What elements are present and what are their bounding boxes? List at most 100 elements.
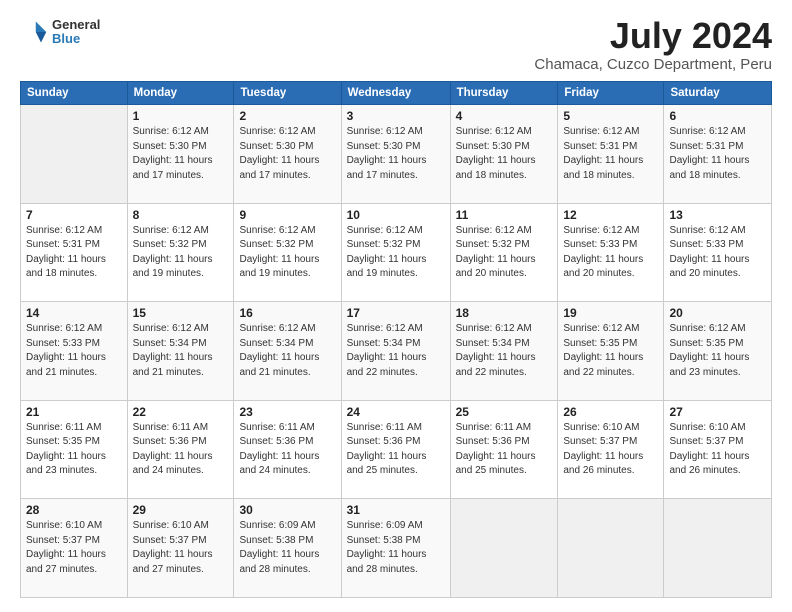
- day-info: Sunrise: 6:12 AM Sunset: 5:33 PM Dayligh…: [26, 322, 122, 380]
- day-info: Sunrise: 6:12 AM Sunset: 5:35 PM Dayligh…: [669, 322, 766, 380]
- logo-icon: [20, 18, 48, 46]
- day-info: Sunrise: 6:11 AM Sunset: 5:36 PM Dayligh…: [347, 421, 445, 479]
- day-number: 2: [239, 109, 335, 123]
- day-info: Sunrise: 6:12 AM Sunset: 5:34 PM Dayligh…: [347, 322, 445, 380]
- logo-general-text: General: [52, 18, 100, 32]
- calendar-table: Sunday Monday Tuesday Wednesday Thursday…: [20, 81, 772, 598]
- day-info: Sunrise: 6:12 AM Sunset: 5:33 PM Dayligh…: [563, 224, 658, 282]
- calendar-week-1: 1Sunrise: 6:12 AM Sunset: 5:30 PM Daylig…: [21, 105, 772, 204]
- day-info: Sunrise: 6:12 AM Sunset: 5:30 PM Dayligh…: [456, 125, 553, 183]
- table-row: 18 Sunrise: 6:12 AM Sunset: 5:34 PM Dayli…: [450, 302, 558, 401]
- day-info: Sunrise: 6:12 AM Sunset: 5:32 PM Dayligh…: [347, 224, 445, 282]
- day-number: 9: [239, 208, 335, 222]
- day-info: Sunrise: 6:12 AM Sunset: 5:32 PM Dayligh…: [239, 224, 335, 282]
- day-number: 3: [347, 109, 445, 123]
- calendar-week-2: 7Sunrise: 6:12 AM Sunset: 5:31 PM Daylig…: [21, 203, 772, 302]
- table-row: 26 Sunrise: 6:10 AM Sunset: 5:37 PM Dayli…: [558, 400, 664, 499]
- table-row: 19 Sunrise: 6:12 AM Sunset: 5:35 PM Dayli…: [558, 302, 664, 401]
- day-number: 17: [347, 306, 445, 320]
- header-thursday: Thursday: [450, 82, 558, 105]
- day-number: 29: [133, 503, 229, 517]
- day-info: Sunrise: 6:12 AM Sunset: 5:34 PM Dayligh…: [456, 322, 553, 380]
- day-number: 19: [563, 306, 658, 320]
- day-number: 18: [456, 306, 553, 320]
- day-number: 23: [239, 405, 335, 419]
- logo-blue-text: Blue: [52, 32, 100, 46]
- header-tuesday: Tuesday: [234, 82, 341, 105]
- table-row: 20 Sunrise: 6:12 AM Sunset: 5:35 PM Dayli…: [664, 302, 772, 401]
- day-number: 15: [133, 306, 229, 320]
- day-number: 6: [669, 109, 766, 123]
- table-row: 15 Sunrise: 6:12 AM Sunset: 5:34 PM Dayli…: [127, 302, 234, 401]
- table-row: 24 Sunrise: 6:11 AM Sunset: 5:36 PM Dayli…: [341, 400, 450, 499]
- table-row: 28 Sunrise: 6:10 AM Sunset: 5:37 PM Dayli…: [21, 499, 128, 598]
- table-row: [21, 105, 128, 204]
- day-number: 5: [563, 109, 658, 123]
- header-sunday: Sunday: [21, 82, 128, 105]
- day-number: 20: [669, 306, 766, 320]
- day-info: Sunrise: 6:12 AM Sunset: 5:34 PM Dayligh…: [133, 322, 229, 380]
- calendar-week-3: 14 Sunrise: 6:12 AM Sunset: 5:33 PM Dayli…: [21, 302, 772, 401]
- day-number: 7: [26, 208, 122, 222]
- header-monday: Monday: [127, 82, 234, 105]
- day-number: 21: [26, 405, 122, 419]
- table-row: 25 Sunrise: 6:11 AM Sunset: 5:36 PM Dayli…: [450, 400, 558, 499]
- day-number: 16: [239, 306, 335, 320]
- table-row: 4 Sunrise: 6:12 AM Sunset: 5:30 PM Daylig…: [450, 105, 558, 204]
- table-row: 3Sunrise: 6:12 AM Sunset: 5:30 PM Daylig…: [341, 105, 450, 204]
- header: General Blue July 2024 Chamaca, Cuzco De…: [20, 18, 772, 73]
- day-number: 11: [456, 208, 553, 222]
- table-row: 30 Sunrise: 6:09 AM Sunset: 5:38 PM Dayli…: [234, 499, 341, 598]
- day-number: 12: [563, 208, 658, 222]
- calendar-header-row: Sunday Monday Tuesday Wednesday Thursday…: [21, 82, 772, 105]
- day-info: Sunrise: 6:12 AM Sunset: 5:33 PM Dayligh…: [669, 224, 766, 282]
- calendar-week-5: 28 Sunrise: 6:10 AM Sunset: 5:37 PM Dayli…: [21, 499, 772, 598]
- table-row: 8Sunrise: 6:12 AM Sunset: 5:32 PM Daylig…: [127, 203, 234, 302]
- day-info: Sunrise: 6:11 AM Sunset: 5:36 PM Dayligh…: [239, 421, 335, 479]
- table-row: 10 Sunrise: 6:12 AM Sunset: 5:32 PM Dayli…: [341, 203, 450, 302]
- day-number: 26: [563, 405, 658, 419]
- day-info: Sunrise: 6:10 AM Sunset: 5:37 PM Dayligh…: [563, 421, 658, 479]
- calendar-title: July 2024: [534, 18, 772, 54]
- day-info: Sunrise: 6:12 AM Sunset: 5:30 PM Dayligh…: [133, 125, 229, 183]
- table-row: [558, 499, 664, 598]
- day-number: 25: [456, 405, 553, 419]
- page: General Blue July 2024 Chamaca, Cuzco De…: [0, 0, 792, 612]
- day-number: 14: [26, 306, 122, 320]
- table-row: 13 Sunrise: 6:12 AM Sunset: 5:33 PM Dayli…: [664, 203, 772, 302]
- table-row: 7Sunrise: 6:12 AM Sunset: 5:31 PM Daylig…: [21, 203, 128, 302]
- day-info: Sunrise: 6:10 AM Sunset: 5:37 PM Dayligh…: [26, 519, 122, 577]
- calendar-week-4: 21Sunrise: 6:11 AM Sunset: 5:35 PM Dayli…: [21, 400, 772, 499]
- header-friday: Friday: [558, 82, 664, 105]
- day-number: 13: [669, 208, 766, 222]
- day-info: Sunrise: 6:12 AM Sunset: 5:35 PM Dayligh…: [563, 322, 658, 380]
- table-row: 16 Sunrise: 6:12 AM Sunset: 5:34 PM Dayli…: [234, 302, 341, 401]
- table-row: 29 Sunrise: 6:10 AM Sunset: 5:37 PM Dayli…: [127, 499, 234, 598]
- table-row: 9 Sunrise: 6:12 AM Sunset: 5:32 PM Daylig…: [234, 203, 341, 302]
- day-number: 31: [347, 503, 445, 517]
- table-row: [664, 499, 772, 598]
- table-row: 27Sunrise: 6:10 AM Sunset: 5:37 PM Dayli…: [664, 400, 772, 499]
- day-info: Sunrise: 6:09 AM Sunset: 5:38 PM Dayligh…: [239, 519, 335, 577]
- day-info: Sunrise: 6:10 AM Sunset: 5:37 PM Dayligh…: [133, 519, 229, 577]
- table-row: 17 Sunrise: 6:12 AM Sunset: 5:34 PM Dayli…: [341, 302, 450, 401]
- table-row: [450, 499, 558, 598]
- table-row: 11 Sunrise: 6:12 AM Sunset: 5:32 PM Dayli…: [450, 203, 558, 302]
- day-info: Sunrise: 6:09 AM Sunset: 5:38 PM Dayligh…: [347, 519, 445, 577]
- calendar-location: Chamaca, Cuzco Department, Peru: [534, 56, 772, 73]
- day-number: 24: [347, 405, 445, 419]
- day-info: Sunrise: 6:12 AM Sunset: 5:34 PM Dayligh…: [239, 322, 335, 380]
- day-number: 28: [26, 503, 122, 517]
- day-number: 27: [669, 405, 766, 419]
- table-row: 14 Sunrise: 6:12 AM Sunset: 5:33 PM Dayli…: [21, 302, 128, 401]
- table-row: 12 Sunrise: 6:12 AM Sunset: 5:33 PM Dayli…: [558, 203, 664, 302]
- table-row: 22Sunrise: 6:11 AM Sunset: 5:36 PM Dayli…: [127, 400, 234, 499]
- day-info: Sunrise: 6:12 AM Sunset: 5:32 PM Dayligh…: [133, 224, 229, 282]
- day-number: 4: [456, 109, 553, 123]
- day-info: Sunrise: 6:12 AM Sunset: 5:32 PM Dayligh…: [456, 224, 553, 282]
- day-number: 30: [239, 503, 335, 517]
- day-info: Sunrise: 6:11 AM Sunset: 5:36 PM Dayligh…: [456, 421, 553, 479]
- day-number: 10: [347, 208, 445, 222]
- table-row: 23 Sunrise: 6:11 AM Sunset: 5:36 PM Dayli…: [234, 400, 341, 499]
- day-number: 22: [133, 405, 229, 419]
